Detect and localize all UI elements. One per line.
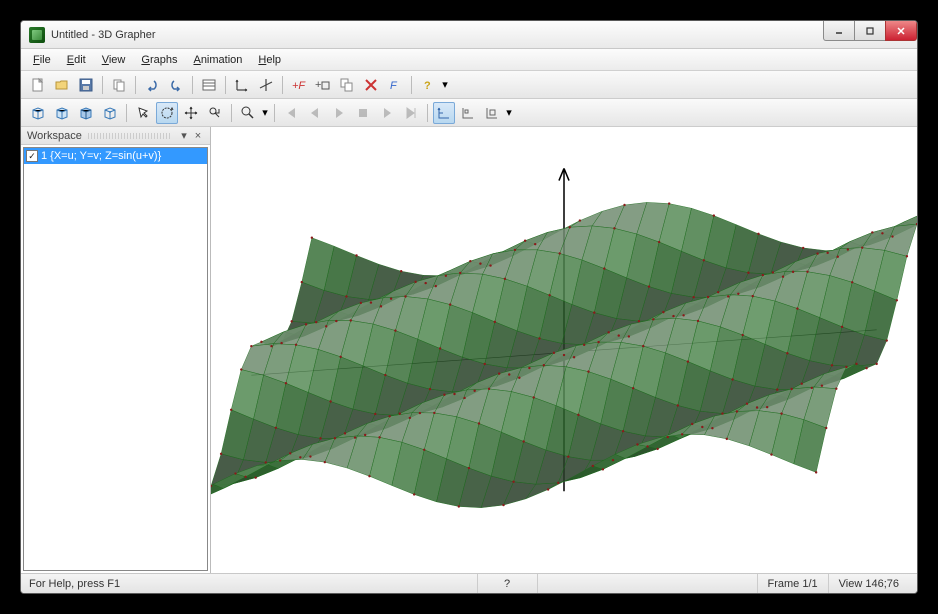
svg-text:F: F xyxy=(390,80,398,92)
first-button[interactable] xyxy=(280,102,302,124)
axes1-button[interactable] xyxy=(231,74,253,96)
dupfn-button[interactable] xyxy=(336,74,358,96)
workspace-item-checkbox[interactable]: ✓ xyxy=(26,150,38,162)
next-button[interactable] xyxy=(376,102,398,124)
app-window: Untitled - 3D Grapher File Edit View Gra… xyxy=(20,20,918,594)
svg-text:+: + xyxy=(315,79,321,91)
last-button[interactable] xyxy=(400,102,422,124)
pan-button[interactable] xyxy=(180,102,202,124)
workspace-title: Workspace xyxy=(27,130,82,142)
play-button[interactable] xyxy=(328,102,350,124)
statusbar: For Help, press F1 ? Frame 1/1 View 146;… xyxy=(21,573,917,593)
save-button[interactable] xyxy=(75,74,97,96)
axes2-button[interactable] xyxy=(255,74,277,96)
zoomaxis-button[interactable] xyxy=(204,102,226,124)
svg-text:?: ? xyxy=(424,80,431,92)
toolbar-1: +F + F ? ▾ xyxy=(21,71,917,99)
status-help: For Help, press F1 xyxy=(29,578,477,590)
menu-animation[interactable]: Animation xyxy=(185,52,250,68)
titlebar: Untitled - 3D Grapher xyxy=(21,21,917,49)
cube3-button[interactable] xyxy=(75,102,97,124)
status-frame: Frame 1/1 xyxy=(757,574,828,593)
window-title: Untitled - 3D Grapher xyxy=(51,29,824,41)
menubar: File Edit View Graphs Animation Help xyxy=(21,49,917,71)
menu-graphs[interactable]: Graphs xyxy=(133,52,185,68)
snap2-button[interactable] xyxy=(457,102,479,124)
workspace-panel: Workspace ▾ × ✓ 1 {X=u; Y=v; Z=sin(u+v)} xyxy=(21,127,211,573)
workspace-header: Workspace ▾ × xyxy=(21,127,210,145)
editfn-button[interactable]: F xyxy=(384,74,406,96)
copy-button[interactable] xyxy=(108,74,130,96)
close-button[interactable] xyxy=(885,21,917,41)
stop-button[interactable] xyxy=(352,102,374,124)
snap3-button[interactable] xyxy=(481,102,503,124)
delfn-button[interactable] xyxy=(360,74,382,96)
surface-plot xyxy=(211,127,917,573)
addbox-button[interactable]: + xyxy=(312,74,334,96)
menu-file[interactable]: File xyxy=(25,52,59,68)
toolbar2-overflow[interactable]: ▾ xyxy=(505,106,513,119)
status-q: ? xyxy=(477,574,537,593)
body: Workspace ▾ × ✓ 1 {X=u; Y=v; Z=sin(u+v)} xyxy=(21,127,917,573)
cube1-button[interactable] xyxy=(27,102,49,124)
new-button[interactable] xyxy=(27,74,49,96)
menu-edit[interactable]: Edit xyxy=(59,52,94,68)
addfn-button[interactable]: +F xyxy=(288,74,310,96)
maximize-button[interactable] xyxy=(854,21,886,41)
pointer-button[interactable] xyxy=(132,102,154,124)
cube2-button[interactable] xyxy=(51,102,73,124)
toolbar-2: ▾ ▾ xyxy=(21,99,917,127)
cube4-button[interactable] xyxy=(99,102,121,124)
workspace-item[interactable]: ✓ 1 {X=u; Y=v; Z=sin(u+v)} xyxy=(24,148,207,164)
svg-text:+F: +F xyxy=(292,80,306,92)
window-controls xyxy=(824,21,917,48)
minimize-button[interactable] xyxy=(823,21,855,41)
workspace-item-label: 1 {X=u; Y=v; Z=sin(u+v)} xyxy=(41,150,161,162)
workspace-pin-button[interactable]: ▾ xyxy=(178,130,190,142)
redo-button[interactable] xyxy=(165,74,187,96)
undo-button[interactable] xyxy=(141,74,163,96)
workspace-list[interactable]: ✓ 1 {X=u; Y=v; Z=sin(u+v)} xyxy=(23,147,208,571)
menu-view[interactable]: View xyxy=(94,52,134,68)
graph-canvas[interactable] xyxy=(211,127,917,573)
props-button[interactable] xyxy=(198,74,220,96)
menu-help[interactable]: Help xyxy=(250,52,289,68)
zoom-button[interactable] xyxy=(237,102,259,124)
toolbar1-overflow[interactable]: ▾ xyxy=(441,78,449,91)
rotate-button[interactable] xyxy=(156,102,178,124)
status-view: View 146;76 xyxy=(828,574,909,593)
helptb-button[interactable]: ? xyxy=(417,74,439,96)
workspace-grip[interactable] xyxy=(88,133,170,139)
snap1-button[interactable] xyxy=(433,102,455,124)
zoom-dropdown[interactable]: ▾ xyxy=(261,106,269,119)
app-icon xyxy=(29,27,45,43)
workspace-close-button[interactable]: × xyxy=(192,130,204,142)
prev-button[interactable] xyxy=(304,102,326,124)
open-button[interactable] xyxy=(51,74,73,96)
